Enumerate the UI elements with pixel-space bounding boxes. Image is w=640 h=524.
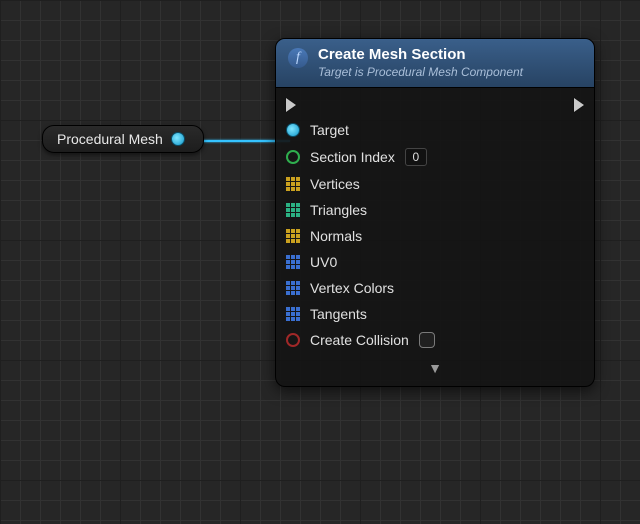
pin-normals-label: Normals [310, 228, 362, 244]
exec-in-pin-icon[interactable] [286, 98, 296, 112]
pin-uv0[interactable]: UV0 [286, 254, 584, 270]
pin-target-label: Target [310, 122, 349, 138]
pin-vertex-colors-label: Vertex Colors [310, 280, 394, 296]
node-body: Target Section Index 0 Vertices Triangle… [276, 88, 594, 386]
node-title: Create Mesh Section [318, 47, 523, 64]
pin-tangents-label: Tangents [310, 306, 367, 322]
pin-vertex-colors[interactable]: Vertex Colors [286, 280, 584, 296]
pin-section-index-label: Section Index [310, 149, 395, 165]
pin-triangles[interactable]: Triangles [286, 202, 584, 218]
node-header[interactable]: f Create Mesh Section Target is Procedur… [276, 39, 594, 88]
output-pin-icon[interactable] [171, 132, 185, 146]
create-collision-checkbox[interactable] [419, 332, 435, 348]
pin-triangles-label: Triangles [310, 202, 367, 218]
array-int-pin-icon[interactable] [286, 203, 300, 217]
node-procedural-mesh[interactable]: Procedural Mesh [42, 125, 204, 153]
pin-uv0-label: UV0 [310, 254, 337, 270]
section-index-input[interactable]: 0 [405, 148, 427, 166]
int-pin-icon[interactable] [286, 150, 300, 164]
array-struct-pin-icon[interactable] [286, 307, 300, 321]
exec-out-pin-icon[interactable] [574, 98, 584, 112]
node-subtitle: Target is Procedural Mesh Component [318, 66, 523, 79]
pin-vertices-label: Vertices [310, 176, 360, 192]
function-icon: f [288, 48, 308, 68]
array-vector-pin-icon[interactable] [286, 229, 300, 243]
pin-section-index[interactable]: Section Index 0 [286, 148, 584, 166]
pin-create-collision-label: Create Collision [310, 332, 409, 348]
node-create-mesh-section[interactable]: f Create Mesh Section Target is Procedur… [275, 38, 595, 387]
pin-normals[interactable]: Normals [286, 228, 584, 244]
array-vector-pin-icon[interactable] [286, 177, 300, 191]
object-pin-icon[interactable] [286, 123, 300, 137]
array-vector2d-pin-icon[interactable] [286, 255, 300, 269]
pin-create-collision[interactable]: Create Collision [286, 332, 584, 348]
expand-node-icon[interactable]: ▼ [286, 358, 584, 382]
array-color-pin-icon[interactable] [286, 281, 300, 295]
pin-tangents[interactable]: Tangents [286, 306, 584, 322]
pin-target[interactable]: Target [286, 122, 584, 138]
pin-vertices[interactable]: Vertices [286, 176, 584, 192]
node-procedural-mesh-label: Procedural Mesh [57, 131, 163, 147]
bool-pin-icon[interactable] [286, 333, 300, 347]
